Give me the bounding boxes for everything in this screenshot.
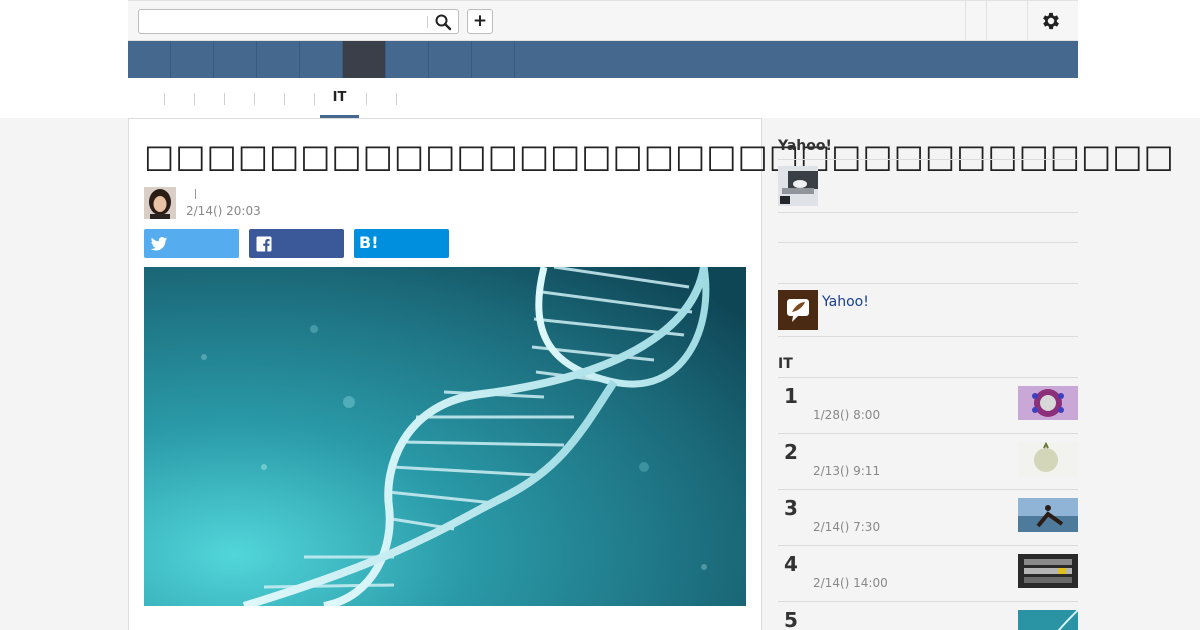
main-nav [128,41,1078,78]
category-tabs: IT [128,78,1078,118]
settings-button[interactable] [1040,10,1062,32]
gear-icon [1043,12,1059,30]
sidebar-divider [778,336,1078,337]
dna-helix-image [144,267,746,606]
tab-divider [224,93,225,105]
ranking-item[interactable]: 2 2/13() 9:11 [778,433,1078,489]
ranking-item[interactable]: 1 1/28() 8:00 [778,377,1078,433]
ranking-item[interactable]: 5 [778,601,1078,630]
search-input[interactable] [143,12,423,31]
tab-divider [164,93,165,105]
hatena-bookmark-button[interactable]: B! [354,229,449,258]
tab-divider [396,93,397,105]
nav-item[interactable] [128,41,171,78]
tab-it[interactable]: IT [320,90,359,118]
nav-item[interactable] [257,41,300,78]
nav-item[interactable] [429,41,472,78]
tab-divider [194,93,195,105]
sidebar-divider [778,212,1078,213]
rank-number: 5 [784,608,798,630]
rank-thumbnail [1018,610,1078,630]
nav-item[interactable] [171,41,214,78]
creator-link[interactable]: Yahoo! [822,294,869,310]
facebook-share-button[interactable] [249,229,344,258]
sidebar-section-title: Yahoo! [778,138,832,154]
sidebar-divider [778,242,1078,243]
creator-icon[interactable] [778,290,818,330]
article: □□□□□□□□□□□□□□□□□□□□□□□□□□□□□□□□□ 2/14()… [128,118,1174,630]
search-box [138,9,459,34]
rank-thumbnail [1018,554,1078,588]
hatena-label: B! [359,233,379,252]
rank-number: 2 [784,440,798,464]
tab-divider [284,93,285,105]
sidebar-divider [778,159,1078,160]
rank-date: 2/14() 7:30 [813,520,881,534]
ranking-item[interactable]: 3 2/14() 7:30 [778,489,1078,545]
search-divider [427,16,428,28]
nav-item-active[interactable] [343,41,386,78]
header-divider [1027,1,1028,41]
rank-number: 4 [784,552,798,576]
header-divider [986,1,987,41]
nav-item[interactable] [386,41,429,78]
rank-date: 2/14() 14:00 [813,576,888,590]
sidebar-thumb-laptop[interactable] [778,166,818,206]
rank-date: 1/28() 8:00 [813,408,881,422]
rank-thumbnail [1018,386,1078,420]
ranking-item[interactable]: 4 2/14() 14:00 [778,545,1078,601]
nav-item[interactable] [300,41,343,78]
facebook-icon [256,236,272,252]
tab-divider [254,93,255,105]
rank-date: 2/13() 9:11 [813,464,881,478]
search-icon [435,14,452,31]
tab-divider [366,93,367,105]
site-header: + [128,0,1078,41]
twitter-icon [150,237,168,251]
rank-thumbnail [1018,498,1078,532]
rank-number: 1 [784,384,798,408]
ranking-title: IT [778,356,793,372]
nav-item[interactable] [472,41,515,78]
rank-thumbnail [1018,442,1078,476]
twitter-share-button[interactable] [144,229,239,258]
nav-item[interactable] [214,41,257,78]
sidebar-divider [778,283,1078,284]
tab-divider [314,93,315,105]
rank-number: 3 [784,496,798,520]
article-date: 2/14() 20:03 [186,204,261,218]
hero-image [144,267,746,606]
search-button[interactable] [434,13,454,31]
author-avatar[interactable] [144,187,176,219]
add-button[interactable]: + [467,9,493,34]
header-divider [965,1,966,41]
byline-divider [195,189,196,199]
sidebar: Yahoo! Yahoo! IT 1 1/28() 8:00 2 2/13() … [778,118,1078,630]
author-avatar-image [144,187,176,219]
